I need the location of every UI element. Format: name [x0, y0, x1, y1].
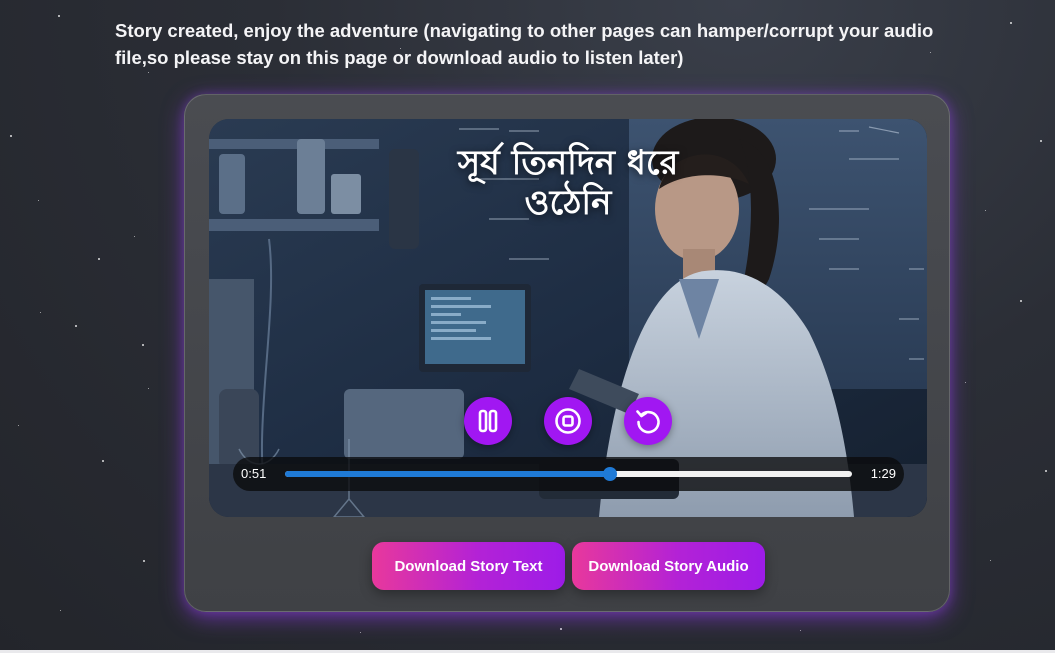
- story-media-player: সূর্য তিনদিন ধরে ওঠেনি 0:51 1:29: [209, 119, 927, 517]
- story-player-card: সূর্য তিনদিন ধরে ওঠেনি 0:51 1:29 Downloa…: [184, 94, 950, 612]
- pause-icon: [478, 409, 498, 433]
- restart-button[interactable]: [624, 397, 672, 445]
- download-story-text-button[interactable]: Download Story Text: [372, 542, 565, 590]
- total-time: 1:29: [870, 466, 896, 481]
- stop-button[interactable]: [544, 397, 592, 445]
- story-created-notice: Story created, enjoy the adventure (navi…: [115, 20, 934, 68]
- current-time: 0:51: [241, 466, 267, 481]
- progress-track[interactable]: [285, 467, 852, 481]
- pause-button[interactable]: [464, 397, 512, 445]
- progress-fill: [285, 471, 610, 477]
- audio-seekbar[interactable]: 0:51 1:29: [233, 457, 904, 491]
- story-title-line-2: ওঠেনি: [524, 183, 612, 223]
- story-title-line-1: সূর্য তিনদিন ধরে: [457, 143, 679, 183]
- restart-icon: [636, 410, 660, 434]
- story-title: সূর্য তিনদিন ধরে ওঠেনি: [209, 143, 927, 223]
- progress-thumb[interactable]: [602, 467, 617, 481]
- download-story-audio-button[interactable]: Download Story Audio: [572, 542, 765, 590]
- stop-icon: [555, 408, 581, 434]
